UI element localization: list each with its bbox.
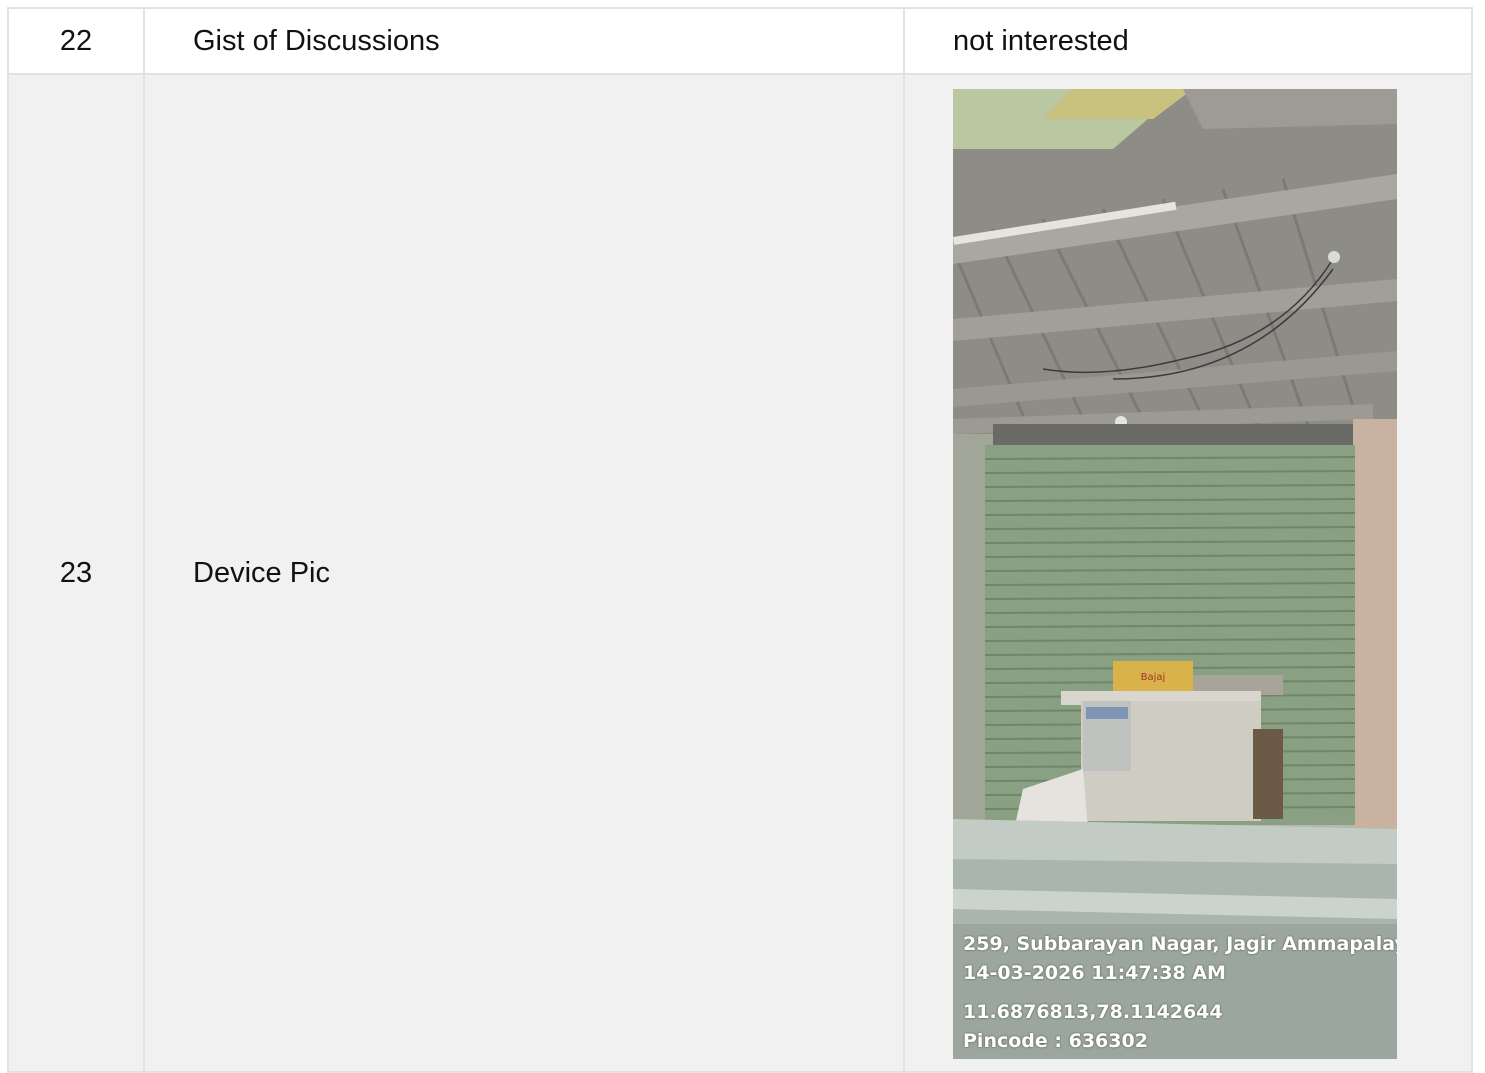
device-photo: Bajaj 259, Subbarayan Nagar, Jagir Ammap… bbox=[953, 88, 1397, 1059]
shop-shutter-illustration: Bajaj bbox=[953, 88, 1397, 1059]
photo-pincode-stamp: Pincode : 636302 bbox=[963, 1029, 1148, 1052]
field-label: Device Pic bbox=[143, 73, 905, 1073]
row-number: 23 bbox=[7, 73, 145, 1073]
table-row: 23 Device Pic Bajaj 259, Subbarayan Naga… bbox=[7, 73, 1473, 1073]
row-number: 22 bbox=[7, 7, 145, 75]
box-label: Bajaj bbox=[1141, 672, 1166, 683]
field-value: not interested bbox=[903, 7, 1473, 75]
table-row: 22 Gist of Discussions not interested bbox=[7, 7, 1473, 75]
photo-datetime-stamp: 14-03-2026 11:47:38 AM bbox=[963, 961, 1226, 984]
details-table: 22 Gist of Discussions not interested 23… bbox=[7, 7, 1473, 1073]
field-label: Gist of Discussions bbox=[143, 7, 905, 75]
field-value-photo: Bajaj 259, Subbarayan Nagar, Jagir Ammap… bbox=[903, 73, 1473, 1073]
photo-address-stamp: 259, Subbarayan Nagar, Jagir Ammapalayam… bbox=[963, 932, 1397, 955]
photo-coordinates-stamp: 11.6876813,78.1142644 bbox=[963, 1000, 1223, 1023]
